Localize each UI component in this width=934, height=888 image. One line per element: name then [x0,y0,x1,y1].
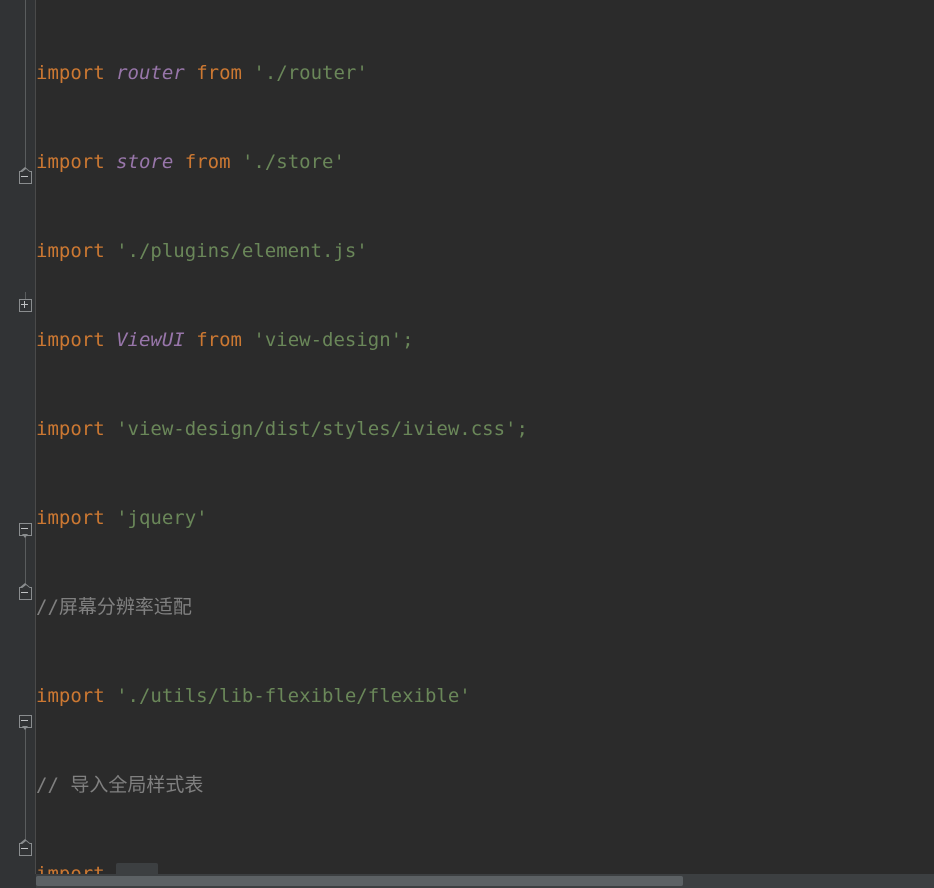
keyword-import: import [36,685,105,707]
fold-rail-newvue [25,724,26,844]
import-binding: store [116,151,174,173]
code-line-3[interactable]: import './plugins/element.js' [36,235,934,267]
keyword-from: from [196,329,242,351]
code-line-8[interactable]: import './utils/lib-flexible/flexible' [36,680,934,712]
code-line-6[interactable]: import 'jquery' [36,502,934,534]
fold-marker-start-newvue[interactable] [19,715,32,730]
editor-gutter[interactable] [0,0,36,888]
fold-marker-collapsed-import[interactable] [19,299,32,312]
import-binding: ViewUI [116,329,185,351]
fold-marker-end-emojifilter[interactable] [19,583,32,600]
module-path: './router' [253,62,368,84]
import-binding: router [116,62,185,84]
module-path: 'view-design/dist/styles/iview.css'; [116,418,528,440]
fold-marker-end-imports[interactable] [19,167,32,184]
gutter-bottom-pad [0,874,36,888]
fold-rail-top [25,0,26,176]
module-path: './store' [241,151,345,173]
code-line-1[interactable]: import router from './router' [36,57,934,89]
keyword-import: import [36,62,105,84]
keyword-from: from [196,62,242,84]
fold-marker-start-emojifilter[interactable] [19,523,32,538]
keyword-import: import [36,240,105,262]
code-content[interactable]: import router from './router' import sto… [36,0,934,888]
module-path: './utils/lib-flexible/flexible' [116,685,471,707]
keyword-import: import [36,151,105,173]
code-line-2[interactable]: import store from './store' [36,146,934,178]
code-line-7[interactable]: //屏幕分辨率适配 [36,591,934,623]
module-path: 'jquery' [116,507,208,529]
keyword-import: import [36,329,105,351]
keyword-import: import [36,418,105,440]
code-line-5[interactable]: import 'view-design/dist/styles/iview.cs… [36,413,934,445]
code-line-9[interactable]: // 导入全局样式表 [36,769,934,801]
module-path: './plugins/element.js' [116,240,368,262]
code-editor[interactable]: import router from './router' import sto… [0,0,934,888]
comment-global-styles: // 导入全局样式表 [36,774,204,796]
horizontal-scrollbar-track[interactable] [36,874,934,888]
code-line-4[interactable]: import ViewUI from 'view-design'; [36,324,934,356]
comment-screen-resolution: //屏幕分辨率适配 [36,596,192,618]
horizontal-scrollbar-thumb[interactable] [36,876,683,886]
fold-marker-end-newvue[interactable] [19,839,32,856]
keyword-from: from [184,151,231,173]
keyword-import: import [36,507,105,529]
module-path: 'view-design'; [253,329,414,351]
